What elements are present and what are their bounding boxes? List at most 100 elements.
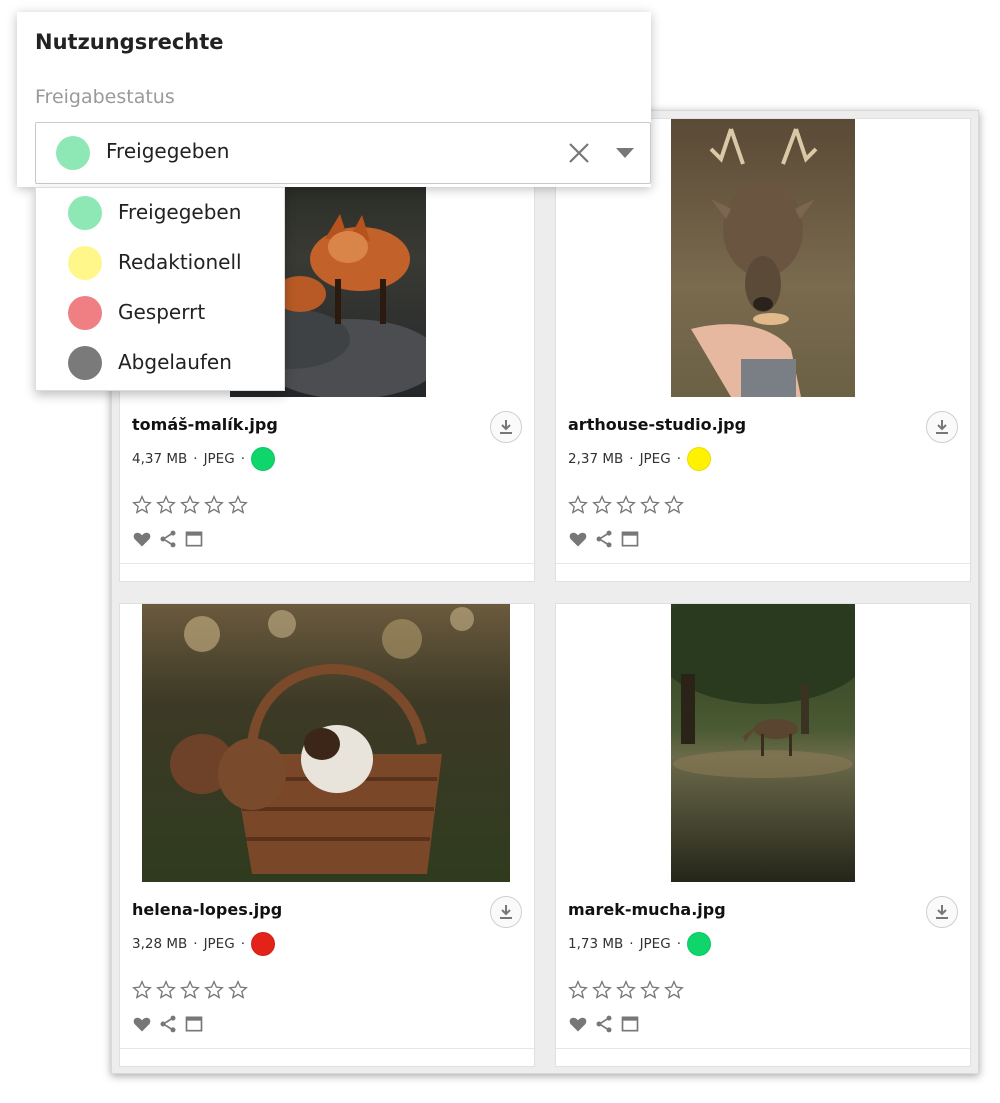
asset-thumbnail-deer[interactable]: [671, 119, 855, 397]
star-outline-icon[interactable]: [204, 980, 224, 1000]
card-divider: [556, 563, 970, 564]
selected-status-label: Freigegeben: [106, 139, 230, 163]
file-size: 2,37 MB: [568, 451, 624, 467]
asset-actions: [132, 1014, 204, 1034]
download-button[interactable]: [490, 896, 522, 928]
file-type: JPEG: [639, 451, 671, 467]
meta-separator: ·: [629, 451, 634, 467]
meta-separator: ·: [193, 936, 198, 952]
card-divider: [120, 563, 534, 564]
selected-status-dot: [56, 136, 90, 170]
star-outline-icon[interactable]: [592, 495, 612, 515]
status-dot: [250, 932, 275, 956]
download-button[interactable]: [490, 411, 522, 443]
share-icon[interactable]: [594, 529, 614, 549]
asset-actions: [568, 1014, 640, 1034]
star-outline-icon[interactable]: [616, 495, 636, 515]
star-outline-icon[interactable]: [180, 980, 200, 1000]
share-icon[interactable]: [158, 529, 178, 549]
star-outline-icon[interactable]: [640, 495, 660, 515]
file-type: JPEG: [639, 936, 671, 952]
status-option-gesperrt[interactable]: Gesperrt: [36, 288, 284, 338]
status-dot: [250, 447, 275, 471]
download-icon: [936, 420, 948, 434]
asset-filename[interactable]: arthouse-studio.jpg: [568, 415, 746, 434]
asset-actions: [568, 529, 640, 549]
star-outline-icon[interactable]: [640, 980, 660, 1000]
star-outline-icon[interactable]: [568, 980, 588, 1000]
window-icon[interactable]: [184, 529, 204, 549]
star-outline-icon[interactable]: [592, 980, 612, 1000]
meta-separator: ·: [193, 451, 198, 467]
download-button[interactable]: [926, 896, 958, 928]
star-outline-icon[interactable]: [568, 495, 588, 515]
heart-icon[interactable]: [568, 529, 588, 549]
star-outline-icon[interactable]: [132, 495, 152, 515]
star-outline-icon[interactable]: [664, 495, 684, 515]
status-dot: [68, 296, 102, 330]
asset-filename[interactable]: helena-lopes.jpg: [132, 900, 282, 919]
meta-separator: ·: [676, 936, 681, 952]
asset-filename[interactable]: tomáš-malík.jpg: [132, 415, 278, 434]
star-outline-icon[interactable]: [616, 980, 636, 1000]
window-icon[interactable]: [620, 1014, 640, 1034]
heart-icon[interactable]: [132, 1014, 152, 1034]
card-divider: [556, 1048, 970, 1049]
meta-separator: ·: [629, 936, 634, 952]
status-dot: [68, 196, 102, 230]
caret-down-icon[interactable]: [614, 144, 636, 162]
asset-filename[interactable]: marek-mucha.jpg: [568, 900, 726, 919]
star-outline-icon[interactable]: [228, 980, 248, 1000]
option-label: Freigegeben: [118, 200, 242, 224]
star-outline-icon[interactable]: [180, 495, 200, 515]
release-status-select[interactable]: Freigegeben: [35, 122, 651, 184]
star-outline-icon[interactable]: [132, 980, 152, 1000]
share-icon[interactable]: [158, 1014, 178, 1034]
status-option-redaktionell[interactable]: Redaktionell: [36, 238, 284, 288]
asset-meta: 4,37 MB · JPEG ·: [132, 447, 275, 471]
star-outline-icon[interactable]: [664, 980, 684, 1000]
window-icon[interactable]: [184, 1014, 204, 1034]
usage-rights-panel: Nutzungsrechte Freigabestatus Freigegebe…: [17, 12, 651, 392]
meta-separator: ·: [676, 451, 681, 467]
status-dot: [68, 346, 102, 380]
panel-title: Nutzungsrechte: [35, 30, 224, 54]
file-type: JPEG: [203, 936, 235, 952]
card-divider: [120, 1048, 534, 1049]
asset-actions: [132, 529, 204, 549]
field-label: Freigabestatus: [35, 86, 175, 108]
rating-stars[interactable]: [568, 495, 684, 515]
star-outline-icon[interactable]: [228, 495, 248, 515]
usage-rights-header: Nutzungsrechte Freigabestatus Freigegebe…: [17, 12, 651, 187]
star-outline-icon[interactable]: [204, 495, 224, 515]
share-icon[interactable]: [594, 1014, 614, 1034]
asset-meta: 1,73 MB · JPEG ·: [568, 932, 711, 956]
asset-card[interactable]: helena-lopes.jpg 3,28 MB · JPEG ·: [119, 603, 535, 1067]
rating-stars[interactable]: [132, 495, 248, 515]
heart-icon[interactable]: [132, 529, 152, 549]
star-outline-icon[interactable]: [156, 980, 176, 1000]
status-option-abgelaufen[interactable]: Abgelaufen: [36, 338, 284, 388]
status-dot: [686, 447, 711, 471]
asset-thumbnail-stag[interactable]: [671, 604, 855, 882]
status-option-freigegeben[interactable]: Freigegeben: [36, 188, 284, 238]
file-type: JPEG: [203, 451, 235, 467]
rating-stars[interactable]: [132, 980, 248, 1000]
file-size: 4,37 MB: [132, 451, 188, 467]
star-outline-icon[interactable]: [156, 495, 176, 515]
window-icon[interactable]: [620, 529, 640, 549]
close-icon[interactable]: [566, 140, 592, 166]
status-dot: [68, 246, 102, 280]
heart-icon[interactable]: [568, 1014, 588, 1034]
download-icon: [500, 905, 512, 919]
download-icon: [936, 905, 948, 919]
file-size: 1,73 MB: [568, 936, 624, 952]
file-size: 3,28 MB: [132, 936, 188, 952]
asset-card[interactable]: marek-mucha.jpg 1,73 MB · JPEG ·: [555, 603, 971, 1067]
option-label: Abgelaufen: [118, 350, 232, 374]
rating-stars[interactable]: [568, 980, 684, 1000]
option-label: Gesperrt: [118, 300, 206, 324]
download-icon: [500, 420, 512, 434]
asset-thumbnail-puppies[interactable]: [142, 604, 510, 882]
download-button[interactable]: [926, 411, 958, 443]
